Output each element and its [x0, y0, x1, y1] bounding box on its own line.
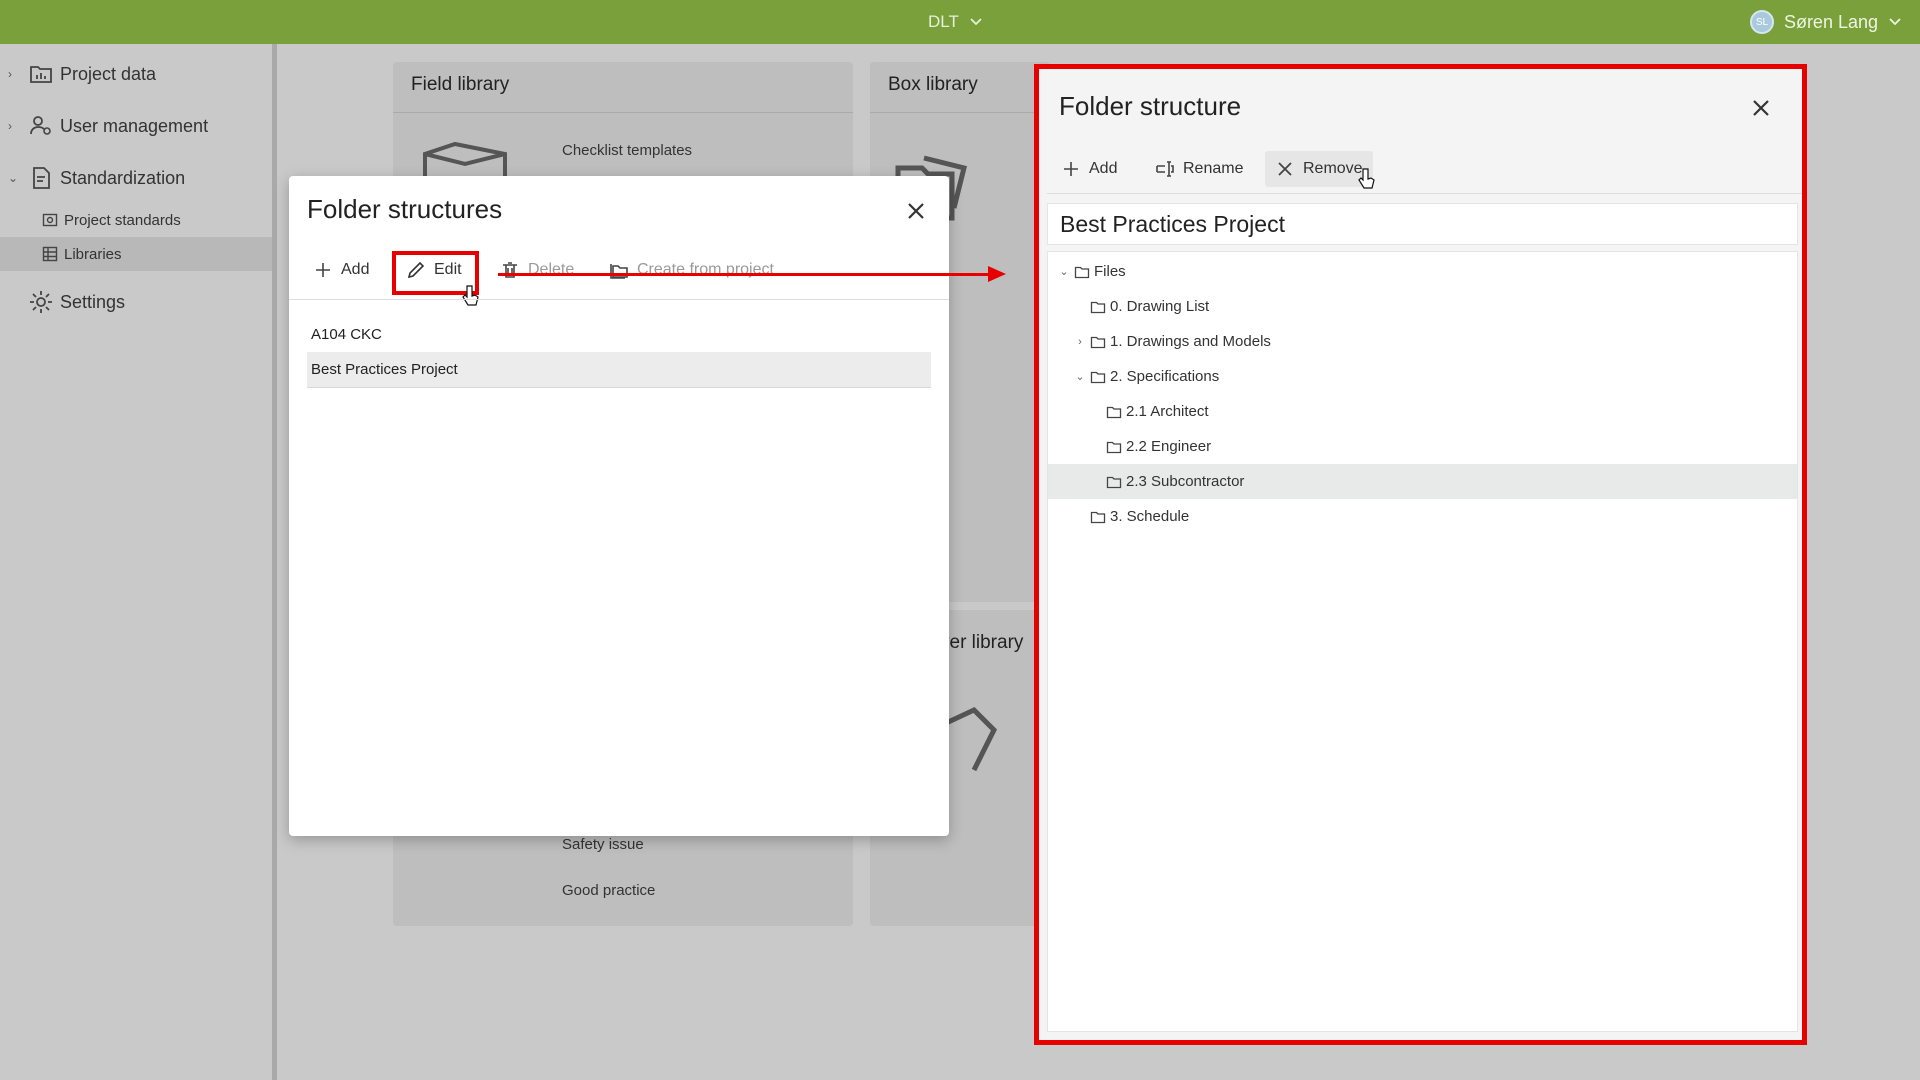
- folder-tree: ⌄ Files 0. Drawing List › 1. Drawings an…: [1047, 251, 1798, 1032]
- sidebar-item-user-management[interactable]: › User management: [0, 110, 208, 142]
- add-label: Add: [341, 261, 370, 278]
- sidebar-item-settings[interactable]: Settings: [0, 286, 125, 318]
- tree-node-label: 2. Specifications: [1110, 368, 1220, 385]
- close-icon[interactable]: [905, 200, 927, 222]
- chevron-down-icon: ⌄: [8, 171, 19, 185]
- pointer-cursor-icon: [462, 285, 479, 306]
- rename-icon: [1156, 161, 1174, 177]
- folder-icon: [1106, 406, 1122, 418]
- structure-name: Best Practices Project: [1047, 203, 1798, 245]
- user-name: Søren Lang: [1783, 11, 1878, 32]
- tree-node-files[interactable]: ⌄ Files: [1048, 254, 1797, 289]
- folder-icon: [1090, 301, 1106, 313]
- grid-icon: [42, 246, 58, 262]
- tree-node-engineer[interactable]: 2.2 Engineer: [1048, 429, 1797, 464]
- sidebar-item-standardization[interactable]: ⌄ Standardization: [0, 162, 185, 194]
- sidebar-item-label: Libraries: [64, 245, 122, 263]
- tree-node-label: 2.2 Engineer: [1126, 438, 1212, 455]
- delete-label: Delete: [528, 261, 575, 278]
- delete-button[interactable]: Delete: [500, 252, 574, 288]
- project-name: DLT: [928, 12, 959, 31]
- annotation-arrow-head: [988, 266, 1006, 282]
- folder-icon: [1090, 371, 1106, 383]
- trash-icon: [503, 262, 517, 278]
- plus-icon: [316, 263, 330, 277]
- tree-node-specifications[interactable]: ⌄ 2. Specifications: [1048, 359, 1797, 394]
- avatar: SL: [1749, 10, 1774, 34]
- chevron-right-icon: ›: [8, 119, 12, 133]
- tree-node-label: Files: [1094, 263, 1126, 280]
- sidebar: › Project data › User management ⌄ Stand…: [0, 44, 277, 1080]
- create-from-project-button[interactable]: Create from project: [609, 252, 774, 288]
- project-data-icon: [30, 66, 52, 83]
- tree-node-label: 1. Drawings and Models: [1110, 333, 1271, 350]
- rename-label: Rename: [1183, 160, 1244, 177]
- tree-node-schedule[interactable]: 3. Schedule: [1048, 499, 1797, 534]
- tree-node-label: 2.1 Architect: [1126, 403, 1209, 420]
- remove-label: Remove: [1303, 160, 1363, 177]
- good-practice-link[interactable]: Good practice: [562, 882, 655, 899]
- list-item-selected[interactable]: Best Practices Project: [307, 352, 931, 388]
- tree-node-subcontractor[interactable]: 2.3 Subcontractor: [1048, 464, 1797, 499]
- box-icon: [423, 141, 507, 182]
- pointer-cursor-icon: [1358, 168, 1375, 189]
- panel-title: Folder structure: [1059, 91, 1242, 121]
- folder-icon: [1106, 441, 1122, 453]
- chevron-right-icon: ›: [8, 67, 12, 81]
- plus-icon: [1064, 162, 1078, 176]
- close-icon[interactable]: [1750, 97, 1772, 119]
- annotation-arrow-line: [498, 273, 992, 276]
- sidebar-item-project-standards[interactable]: Project standards: [0, 203, 272, 237]
- sidebar-item-label: User management: [60, 115, 209, 136]
- chevron-down-icon: [1889, 18, 1901, 26]
- chevron-down-icon[interactable]: ⌄: [1072, 370, 1088, 383]
- project-selector[interactable]: DLT: [928, 0, 983, 44]
- sidebar-item-libraries[interactable]: Libraries: [0, 237, 272, 271]
- tree-node-drawing-list[interactable]: 0. Drawing List: [1048, 289, 1797, 324]
- create-from-project-label: Create from project: [637, 261, 774, 278]
- list-item[interactable]: A104 CKC: [307, 316, 931, 352]
- folder-icon: [1074, 266, 1090, 278]
- sidebar-item-label: Project data: [60, 63, 157, 84]
- card-title: ver library: [940, 632, 1024, 653]
- card-title: Box library: [888, 74, 978, 95]
- gear-icon: [30, 291, 52, 313]
- checklist-templates-link[interactable]: Checklist templates: [562, 142, 692, 159]
- tree-node-label: 2.3 Subcontractor: [1126, 473, 1245, 490]
- rename-button[interactable]: Rename: [1145, 151, 1253, 187]
- sidebar-item-label: Project standards: [64, 211, 181, 229]
- box-icon: [942, 706, 998, 772]
- chevron-down-icon[interactable]: ⌄: [1056, 265, 1072, 278]
- top-bar: DLT SL Søren Lang: [0, 0, 1920, 44]
- card-title: Field library: [411, 74, 510, 95]
- folder-icon: [1090, 511, 1106, 523]
- project-standards-icon: [42, 213, 58, 227]
- sidebar-item-project-data[interactable]: › Project data: [0, 58, 156, 90]
- chevron-right-icon[interactable]: ›: [1072, 336, 1088, 348]
- add-button[interactable]: Add: [313, 252, 369, 288]
- tree-node-label: 0. Drawing List: [1110, 298, 1210, 315]
- folder-icon: [1106, 476, 1122, 488]
- tree-node-architect[interactable]: 2.1 Architect: [1048, 394, 1797, 429]
- tree-node-label: 3. Schedule: [1110, 508, 1190, 525]
- add-label: Add: [1089, 160, 1118, 177]
- sidebar-item-label: Standardization: [60, 167, 186, 188]
- folder-copy-icon: [610, 264, 628, 279]
- add-folder-button[interactable]: Add: [1051, 151, 1127, 187]
- chevron-down-icon: [970, 18, 982, 26]
- folder-structure-panel: Folder structure Add Rename Remove Best …: [1034, 64, 1807, 1045]
- safety-issue-link[interactable]: Safety issue: [562, 836, 644, 853]
- standardization-icon: [33, 167, 50, 189]
- sidebar-item-label: Settings: [60, 291, 126, 312]
- folder-icon: [1090, 336, 1106, 348]
- user-management-icon: [30, 116, 51, 135]
- tree-node-drawings-and-models[interactable]: › 1. Drawings and Models: [1048, 324, 1797, 359]
- close-icon: [1278, 162, 1292, 176]
- dialog-title: Folder structures: [307, 194, 503, 224]
- user-menu[interactable]: SL Søren Lang: [1749, 0, 1902, 44]
